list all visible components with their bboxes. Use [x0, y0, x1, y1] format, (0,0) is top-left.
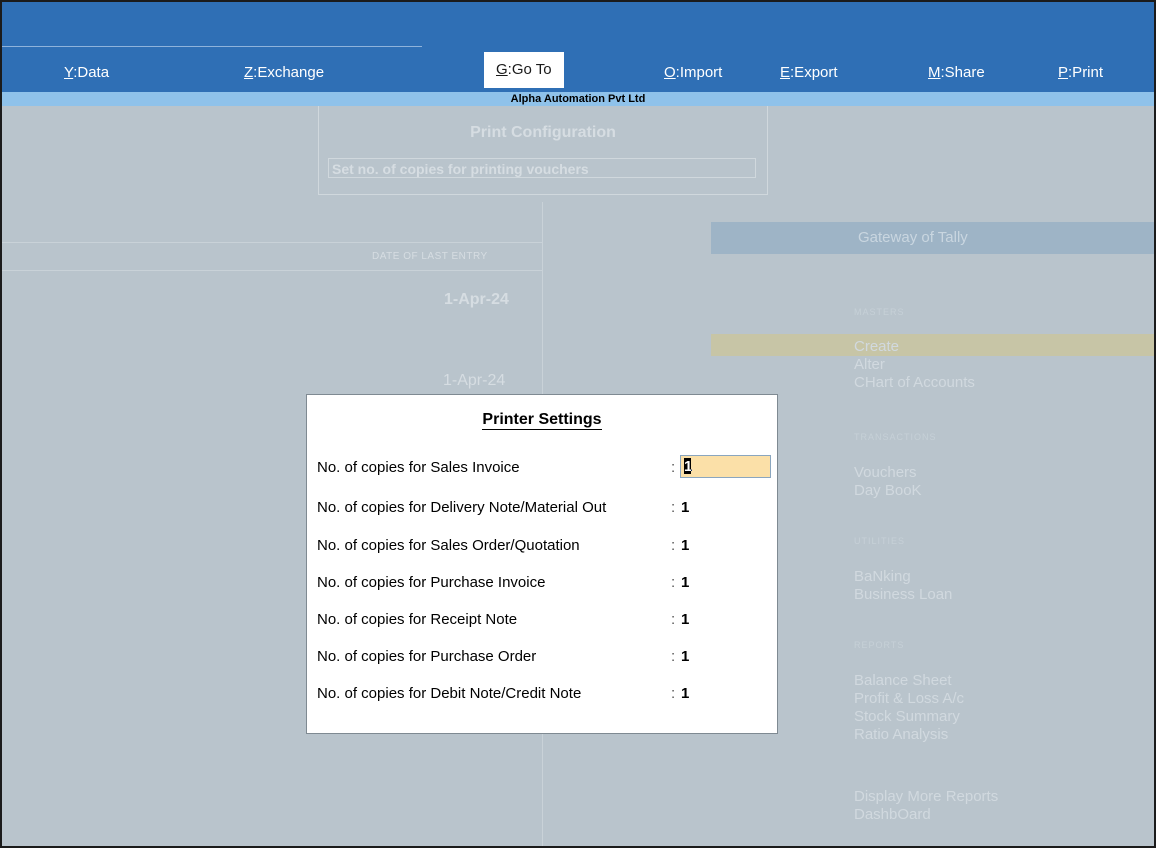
copies-label: No. of copies for Purchase Invoice [317, 574, 546, 591]
copies-value[interactable]: 1 [681, 609, 689, 631]
copies-value: 1 [684, 458, 693, 475]
copies-value[interactable]: 1 [681, 646, 689, 668]
menu-data-key: Y [64, 64, 74, 81]
gateway-item-create[interactable]: Create [854, 338, 899, 355]
copies-label: No. of copies for Sales Invoice [317, 459, 520, 476]
gateway-item-display-more-reports[interactable]: Display More Reports [854, 788, 998, 805]
gateway-item-profit-loss[interactable]: Profit & Loss A/c [854, 690, 964, 707]
gateway-item-balance-sheet[interactable]: Balance Sheet [854, 672, 952, 689]
menu-import-label: :Import [675, 64, 723, 81]
tally-window: Y:Data Z:Exchange G:Go To O:Import E:Exp… [0, 0, 1156, 848]
copies-row-receipt-note: No. of copies for Receipt Note : 1 [317, 609, 767, 631]
copies-row-purchase-invoice: No. of copies for Purchase Invoice : 1 [317, 572, 767, 594]
copies-value[interactable]: 1 [681, 572, 689, 594]
copies-label: No. of copies for Receipt Note [317, 611, 518, 628]
copies-label: No. of copies for Delivery Note/Material… [317, 499, 607, 516]
menu-exchange[interactable]: Z:Exchange [244, 62, 324, 84]
colon-separator: : [671, 685, 676, 702]
copies-label: No. of copies for Debit Note/Credit Note [317, 685, 582, 702]
gateway-item-dashboard[interactable]: DashbOard [854, 806, 931, 823]
copies-value[interactable]: 1 [681, 535, 689, 557]
menu-exchange-key: Z [244, 64, 254, 81]
copies-row-purchase-order: No. of copies for Purchase Order : 1 [317, 646, 767, 668]
menu-goto-label: :Go To [507, 61, 552, 78]
gateway-section-reports: REPORTS [854, 640, 905, 650]
menu-print-label: :Print [1068, 64, 1104, 81]
copies-label: No. of copies for Purchase Order [317, 648, 537, 665]
menu-data-label: :Data [73, 64, 110, 81]
copies-label: No. of copies for Sales Order/Quotation [317, 537, 580, 554]
title-divider [2, 46, 422, 47]
copies-row-sales-invoice: No. of copies for Sales Invoice : 1 [317, 455, 771, 479]
menu-goto-key: G [496, 61, 508, 78]
print-configuration-title: Print Configuration [470, 124, 616, 141]
copies-input-sales-invoice[interactable]: 1 [680, 455, 771, 478]
copies-row-debit-credit-note: No. of copies for Debit Note/Credit Note… [317, 683, 767, 705]
print-configuration-panel: Print Configuration Set no. of copies fo… [318, 106, 768, 195]
menu-print-key: P [1058, 64, 1069, 81]
copies-row-delivery-note: No. of copies for Delivery Note/Material… [317, 497, 767, 519]
menu-share-key: M [928, 64, 941, 81]
colon-separator: : [671, 537, 676, 554]
menu-data[interactable]: Y:Data [64, 62, 109, 84]
menu-export-key: E [780, 64, 791, 81]
menu-print[interactable]: P:Print [1058, 62, 1103, 84]
menu-import[interactable]: O:Import [664, 62, 722, 84]
gateway-item-banking[interactable]: BaNking [854, 568, 911, 585]
gateway-item-business-loan[interactable]: Business Loan [854, 586, 952, 603]
table-divider-header [2, 270, 542, 271]
copies-value[interactable]: 1 [681, 497, 689, 519]
colon-separator: : [671, 499, 676, 516]
colon-separator: : [671, 459, 676, 476]
gateway-section-utilities: UTILITIES [854, 536, 906, 546]
date-of-last-entry-1: 1-Apr-24 [444, 291, 509, 308]
gateway-item-alter[interactable]: Alter [854, 356, 885, 373]
dialog-title: Printer Settings [307, 411, 777, 430]
menu-share-label: :Share [940, 64, 985, 81]
gateway-item-day-book[interactable]: Day BooK [854, 482, 922, 499]
colon-separator: : [671, 574, 676, 591]
table-divider-top [2, 242, 542, 243]
print-configuration-field[interactable]: Set no. of copies for printing vouchers [328, 158, 756, 178]
top-menu-bar: Y:Data Z:Exchange G:Go To O:Import E:Exp… [2, 2, 1154, 92]
colon-separator: : [671, 611, 676, 628]
menu-goto[interactable]: G:Go To [484, 52, 564, 88]
menu-import-key: O [664, 64, 676, 81]
gateway-item-vouchers[interactable]: Vouchers [854, 464, 917, 481]
printer-settings-dialog: Printer Settings No. of copies for Sales… [306, 394, 778, 734]
gateway-of-tally-header: Gateway of Tally [711, 222, 1154, 254]
gateway-section-transactions: TRANSACTIONS [854, 432, 937, 442]
company-name: Alpha Automation Pvt Ltd [2, 92, 1154, 106]
colon-separator: : [671, 648, 676, 665]
menu-share[interactable]: M:Share [928, 62, 985, 84]
gateway-item-stock-summary[interactable]: Stock Summary [854, 708, 960, 725]
gateway-section-masters: MASTERS [854, 307, 905, 317]
menu-export[interactable]: E:Export [780, 62, 838, 84]
copies-value[interactable]: 1 [681, 683, 689, 705]
dialog-title-text: Printer Settings [482, 411, 602, 430]
menu-exchange-label: :Exchange [253, 64, 325, 81]
copies-row-sales-order: No. of copies for Sales Order/Quotation … [317, 535, 767, 557]
date-of-last-entry-header: DATE OF LAST ENTRY [372, 251, 488, 262]
gateway-selection-highlight [711, 334, 1154, 356]
gateway-item-chart-of-accounts[interactable]: CHart of Accounts [854, 374, 975, 391]
menu-export-label: :Export [790, 64, 838, 81]
gateway-item-ratio-analysis[interactable]: Ratio Analysis [854, 726, 948, 743]
date-of-last-entry-2: 1-Apr-24 [443, 372, 506, 389]
